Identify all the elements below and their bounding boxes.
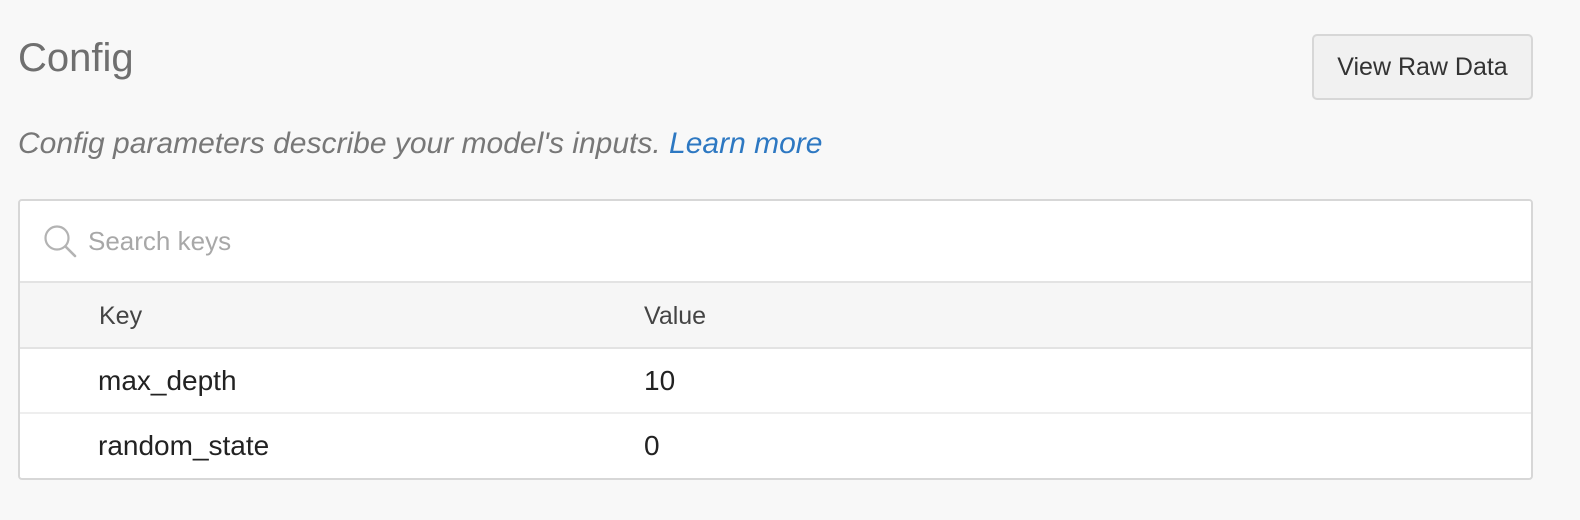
- table-row: random_state 0: [20, 414, 1531, 477]
- row-value: 0: [644, 430, 660, 461]
- config-table-panel: Key Value max_depth 10 random_state 0: [18, 199, 1533, 480]
- search-keys-input[interactable]: [88, 217, 1488, 265]
- page-title: Config: [18, 36, 134, 80]
- row-value: 10: [644, 365, 676, 396]
- column-header-value: Value: [644, 302, 707, 330]
- learn-more-link[interactable]: Learn more: [669, 127, 822, 160]
- row-key: max_depth: [98, 365, 237, 396]
- search-bar: [20, 201, 1531, 283]
- description-text: Config parameters describe your model's …: [18, 127, 670, 160]
- row-key: random_state: [98, 430, 270, 461]
- search-icon: [42, 223, 78, 259]
- view-raw-data-button[interactable]: View Raw Data: [1312, 34, 1533, 100]
- column-header-key: Key: [99, 302, 143, 330]
- config-description: Config parameters describe your model's …: [18, 126, 822, 162]
- table-header: Key Value: [20, 283, 1531, 349]
- table-row: max_depth 10: [20, 349, 1531, 414]
- config-page: Config View Raw Data Config parameters d…: [0, 0, 1580, 520]
